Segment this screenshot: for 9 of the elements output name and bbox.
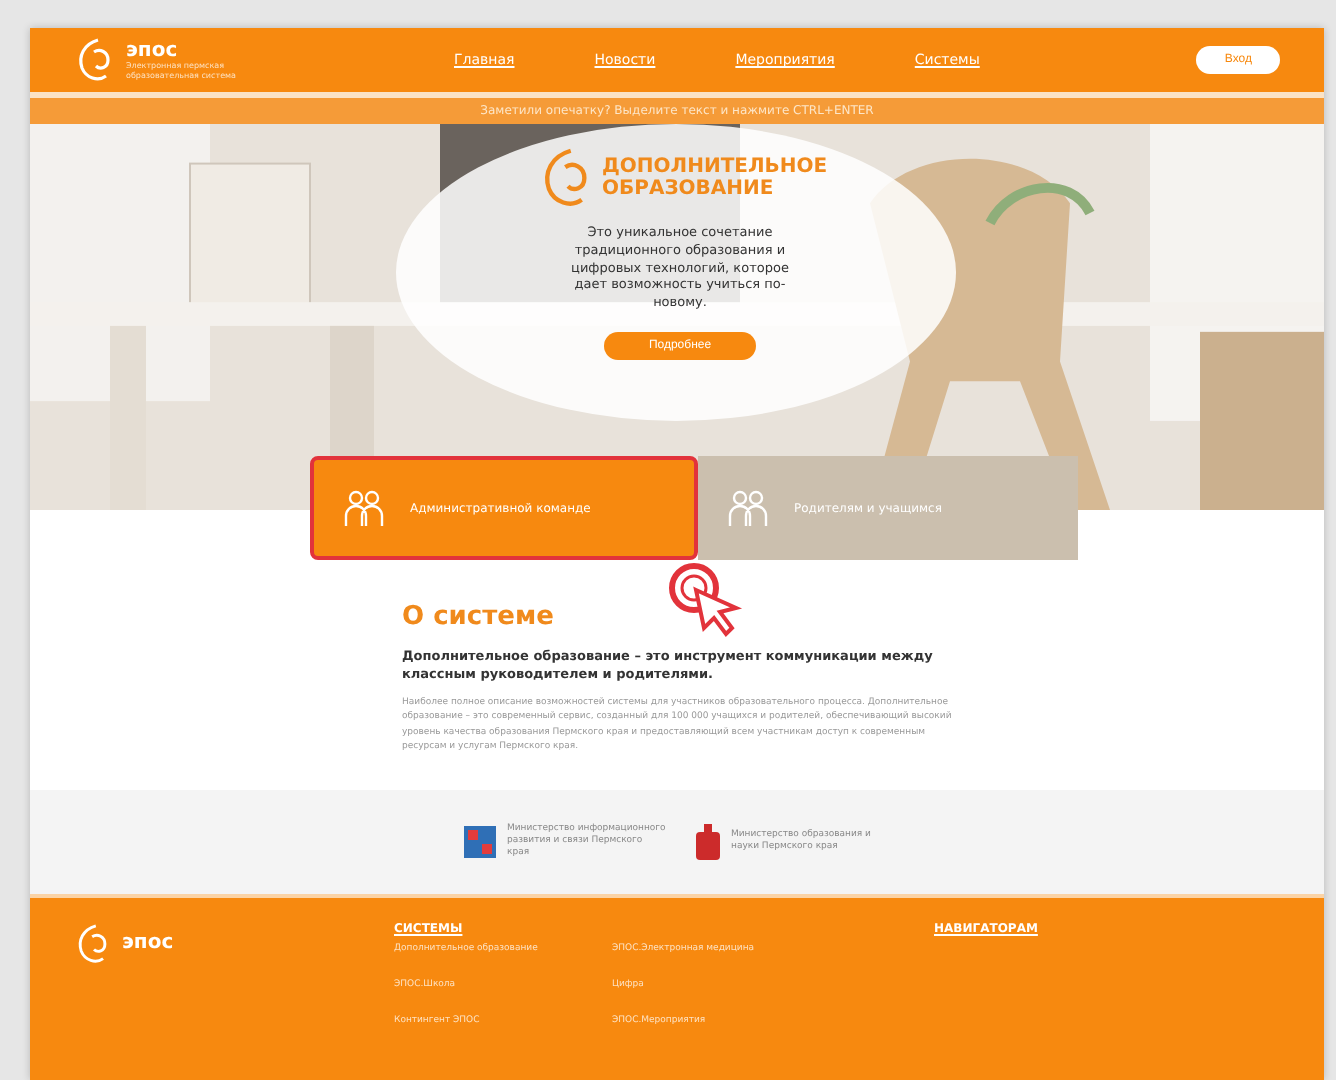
emblem-icon xyxy=(463,825,495,858)
team-icon xyxy=(342,486,386,530)
section-title: О системе xyxy=(402,602,556,632)
emblem-icon xyxy=(695,823,719,860)
pointer-icon xyxy=(666,560,746,640)
logo-text: эпос xyxy=(122,932,174,955)
people-icon xyxy=(726,486,770,530)
hero-title: ДОПОЛНИТЕЛЬНОЕ ОБРАЗОВАНИЕ xyxy=(602,155,822,201)
logo-text: эпос xyxy=(126,39,180,62)
